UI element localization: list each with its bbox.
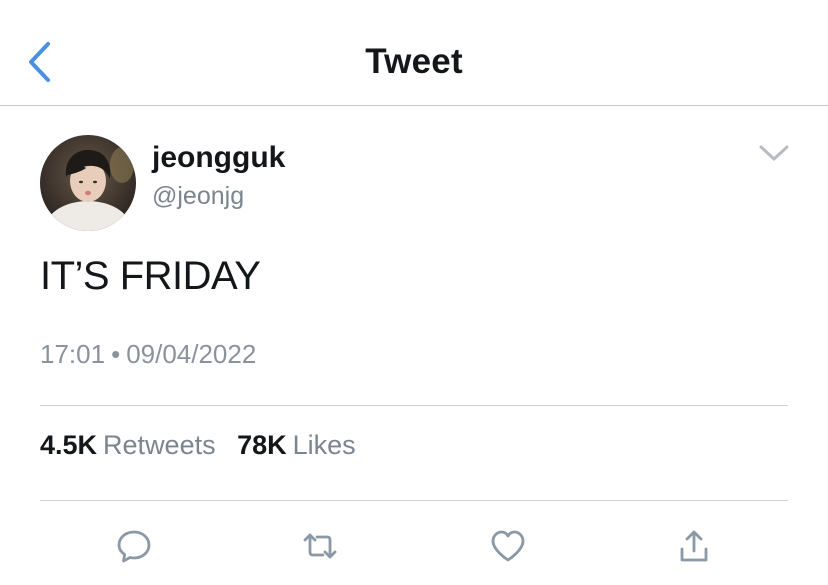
like-button[interactable] [486,524,530,568]
avatar[interactable] [40,135,136,231]
heart-icon [491,530,525,562]
retweets-count: 4.5K [40,430,98,460]
header-divider [0,105,828,106]
stats-divider-bottom [40,500,788,501]
tweet-date: 09/04/2022 [126,339,257,369]
retweet-button[interactable] [298,524,342,568]
author-handle[interactable]: @jeonjg [152,182,244,211]
author-name[interactable]: jeongguk [152,141,285,175]
likes-count: 78K [237,430,287,460]
reply-bubble-icon [117,530,151,563]
retweets-label: Retweets [103,430,216,460]
retweet-icon [303,533,337,559]
tweet-time: 17:01 [40,339,106,369]
more-options-button[interactable] [754,138,794,168]
retweets-stat[interactable]: 4.5K Retweets [40,430,216,461]
meta-separator: • [111,339,121,369]
share-button[interactable] [672,524,716,568]
tweet-timestamp: 17:01 • 09/04/2022 [40,339,256,370]
page-title: Tweet [365,42,463,81]
avatar-image [40,135,136,231]
reply-button[interactable] [112,524,156,568]
tweet-detail-screen: Tweet jeongguk @jeonjg IT’S FRIDAY 17:01… [0,0,828,585]
likes-stat[interactable]: 78K Likes [237,430,356,461]
likes-label: Likes [292,430,356,460]
tweet-stats: 4.5K Retweets 78K Likes [40,430,356,461]
stats-divider-top [40,405,788,406]
tweet-text: IT’S FRIDAY [40,254,261,298]
nav-header: Tweet [0,0,828,107]
share-icon [680,530,708,562]
chevron-down-icon [759,145,789,161]
